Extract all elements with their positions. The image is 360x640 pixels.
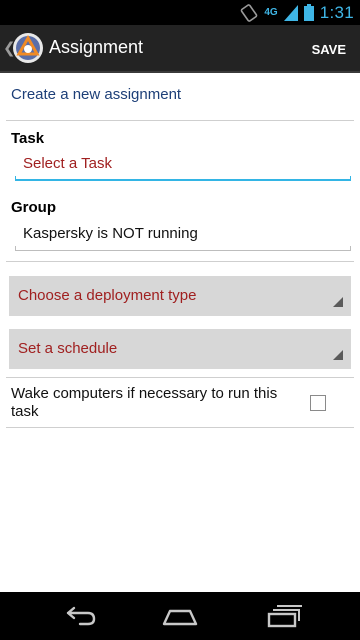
back-icon[interactable]: [60, 602, 100, 630]
underline-tick: [15, 246, 16, 251]
dropdown-arrow-icon: [333, 350, 343, 360]
group-input[interactable]: Kaspersky is NOT running: [15, 221, 351, 251]
underline-tick: [350, 176, 351, 181]
group-underline: [15, 250, 351, 251]
divider: [6, 427, 354, 428]
deployment-type-spinner[interactable]: Choose a deployment type: [9, 276, 351, 316]
divider: [6, 120, 354, 121]
wake-computers-label: Wake computers if necessary to run this …: [11, 385, 278, 420]
signal-icon: [283, 4, 298, 21]
action-bar: ❮ Assignment SAVE: [0, 25, 360, 73]
group-value: Kaspersky is NOT running: [23, 225, 198, 242]
assignment-form: Create a new assignment Task Select a Ta…: [0, 73, 360, 592]
schedule-value: Set a schedule: [18, 340, 118, 357]
status-bar: 4G 1:31: [0, 0, 360, 25]
status-time: 1:31: [319, 2, 354, 22]
navigation-bar: [0, 592, 360, 640]
page-title: Assignment: [49, 37, 144, 57]
recent-apps-icon[interactable]: [262, 602, 302, 630]
task-input[interactable]: Select a Task: [15, 151, 351, 181]
divider: [6, 377, 354, 378]
task-underline: [15, 179, 351, 181]
battery-icon: [303, 4, 314, 21]
wake-computers-checkbox[interactable]: [310, 395, 326, 411]
app-logo-icon[interactable]: [12, 32, 44, 64]
home-icon[interactable]: [160, 602, 200, 630]
task-placeholder: Select a Task: [23, 155, 112, 172]
task-label: Task: [11, 130, 45, 147]
form-heading: Create a new assignment: [11, 86, 182, 103]
deployment-type-value: Choose a deployment type: [18, 287, 197, 304]
save-button[interactable]: SAVE: [312, 42, 346, 57]
divider: [6, 261, 354, 262]
network-indicator: 4G: [264, 7, 278, 18]
dropdown-arrow-icon: [333, 297, 343, 307]
rotation-lock-icon: [241, 3, 258, 22]
schedule-spinner[interactable]: Set a schedule: [9, 329, 351, 369]
underline-tick: [15, 176, 16, 181]
group-label: Group: [11, 199, 56, 216]
underline-tick: [350, 246, 351, 251]
